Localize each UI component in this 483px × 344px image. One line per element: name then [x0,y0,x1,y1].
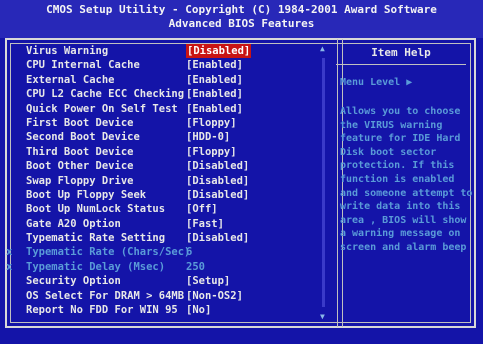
setting-value[interactable]: [Enabled] [186,87,243,101]
setting-value[interactable]: [Disabled] [186,174,249,188]
setting-label: Quick Power On Self Test [26,102,178,115]
setting-value[interactable]: [Off] [186,202,218,216]
help-text: Allows you to choose the VIRUS warning f… [340,106,473,253]
setting-label: Security Option [26,275,121,288]
setting-label: OS Select For DRAM > 64MB [26,289,185,302]
setting-value[interactable]: [Setup] [186,274,230,288]
setting-value[interactable]: [No] [186,303,211,317]
setting-value[interactable]: [Disabled] [186,44,252,59]
title-line-2: Advanced BIOS Features [168,17,315,30]
disabled-marker: x [6,260,13,273]
setting-label: Typematic Delay (Msec) [26,260,166,273]
setting-label: Third Boot Device [26,145,134,158]
setting-label: Typematic Rate Setting [26,232,166,245]
scroll-track[interactable] [322,58,325,307]
setting-value[interactable]: [Disabled] [186,188,249,202]
setting-label: Report No FDD For WIN 95 [26,304,178,317]
setting-label: Typematic Rate (Chars/Sec) [26,246,191,259]
disabled-marker: x [6,246,13,259]
setting-label: Boot Up NumLock Status [26,203,166,216]
setting-value[interactable]: [Floppy] [186,145,237,159]
setting-label: CPU Internal Cache [26,59,140,72]
bios-screen: { "header": { "title_line1": "CMOS Setup… [0,0,483,344]
setting-label: Swap Floppy Drive [26,174,134,187]
item-help-title: Item Help [371,46,431,59]
setting-value[interactable]: [Enabled] [186,102,243,116]
header: CMOS Setup Utility - Copyright (C) 1984-… [0,0,483,38]
title-line-1: CMOS Setup Utility - Copyright (C) 1984-… [46,3,437,16]
setting-value[interactable]: [Enabled] [186,58,243,72]
scroll-up-icon[interactable]: ▲ [320,44,325,53]
setting-label: Boot Up Floppy Seek [26,188,147,201]
setting-label: Boot Other Device [26,160,134,173]
setting-value[interactable]: 250 [186,260,205,274]
setting-value[interactable]: [Disabled] [186,231,249,245]
setting-value[interactable]: [Disabled] [186,159,249,173]
setting-label: Gate A20 Option [26,217,121,230]
setting-label: Virus Warning [26,45,109,57]
scroll-down-icon[interactable]: ▼ [320,312,325,321]
scrollbar[interactable]: ▲ ▼ [319,44,329,321]
setting-value[interactable]: 6 [186,245,192,259]
setting-value[interactable]: [HDD-0] [186,130,230,144]
setting-value[interactable]: [Fast] [186,217,224,231]
setting-value[interactable]: [Non-OS2] [186,289,243,303]
setting-value[interactable]: [Floppy] [186,116,237,130]
menu-level: Menu Level ▶ [340,77,413,88]
help-separator [336,64,466,65]
setting-label: CPU L2 Cache ECC Checking [26,88,185,101]
setting-label: External Cache [26,73,115,86]
setting-label: Second Boot Device [26,131,140,144]
setting-label: First Boot Device [26,116,134,129]
setting-value[interactable]: [Enabled] [186,73,243,87]
